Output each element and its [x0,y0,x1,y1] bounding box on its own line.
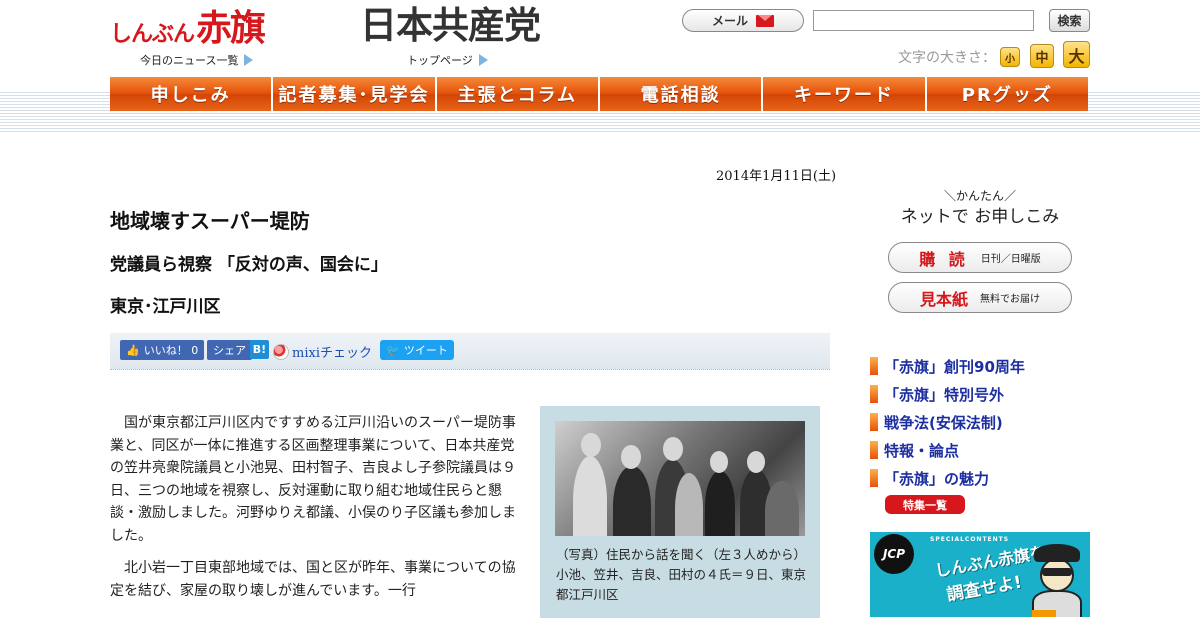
sidebar-item-appeal[interactable]: 「赤旗」の魅力 [870,464,1025,492]
facebook-like-button[interactable]: 👍 いいね！ 0 [120,340,205,360]
akahata-logo[interactable]: しんぶん 赤旗 [110,6,266,49]
special-contents-banner[interactable]: JCP SPECIALCONTENTS しんぶん赤旗を 調査せよ! [870,532,1090,617]
sidebar-item-label: 特報・論点 [884,441,960,460]
detective-illustration [1028,544,1086,617]
tweet-label: ツイート [403,344,448,357]
font-size-label: 文字の大きさ： [898,50,996,66]
article-location: 東京･江戸川区 [110,297,221,317]
photo-caption: （写真）住民から話を聞く（左３人めから）小池、笠井、吉良、田村の４氏＝９日、東京… [556,547,807,602]
orange-bar-icon [870,385,878,403]
article-headline: 地域壊すスーパー堤防 [110,209,310,233]
article-photo[interactable] [555,421,805,536]
top-page-link[interactable]: トップページ [407,52,488,68]
sidebar-item-war-law[interactable]: 戦争法(安保法制) [870,408,1025,436]
news-list-link[interactable]: 今日のニュース一覧 [140,52,254,68]
sidebar-item-90th-anniversary[interactable]: 「赤旗」創刊90周年 [870,352,1025,380]
sidebar-item-label: 「赤旗」の魅力 [884,469,990,488]
facebook-share-button[interactable]: シェア [207,340,252,360]
orange-bar-icon [870,469,878,487]
orange-bar-icon [870,413,878,431]
top-page-label: トップページ [407,54,473,67]
net-apply-heading: ＼かんたん／ ネットで お申しこみ [888,187,1072,227]
sidebar-item-label: 戦争法(安保法制) [884,413,1003,432]
nav-item-phone[interactable]: 電話相談 [599,77,764,111]
banner-special-label: SPECIALCONTENTS [930,536,1010,543]
mail-button[interactable]: メール [682,9,804,32]
arrow-right-icon [478,54,488,66]
main-nav: 申しこみ 記者募集･見学会 主張とコラム 電話相談 キーワード PRグッズ [110,77,1088,111]
article-paragraph: 北小岩一丁目東部地域では、国と区が昨年、事業についての協定を結び、家屋の取り壊し… [110,560,516,599]
hatena-bookmark-button[interactable]: B! [250,340,269,359]
article-subhead: 党議員ら視察 「反対の声、国会に」 [110,255,388,275]
search-button[interactable]: 検索 [1049,9,1090,32]
nav-item-recruit[interactable]: 記者募集･見学会 [273,77,437,111]
tweet-button[interactable]: 🐦 ツイート [380,340,454,360]
sample-sub-label: 無料でお届け [980,294,1040,305]
jcp-logo[interactable]: 日本共産党 [360,6,541,46]
subscribe-button[interactable]: 購 読 日刊／日曜版 [888,242,1072,273]
subscribe-sub-label: 日刊／日曜版 [980,254,1041,265]
mixi-check-button[interactable]: mixiチェック [273,342,372,361]
sample-paper-button[interactable]: 見本紙 無料でお届け [888,282,1072,313]
font-small-button[interactable]: 小 [1000,47,1020,67]
mixi-label: mixiチェック [292,346,372,361]
net-apply-label: ネットで お申しこみ [900,207,1060,227]
nav-item-opinion[interactable]: 主張とコラム [436,77,600,111]
sidebar-links: 「赤旗」創刊90周年 「赤旗」特別号外 戦争法(安保法制) 特報・論点 「赤旗」… [870,352,1025,492]
sidebar-item-special-extra[interactable]: 「赤旗」特別号外 [870,380,1025,408]
article-paragraph: 国が東京都江戸川区内ですすめる江戸川沿いのスーパー堤防事業と、同区が一体に推進す… [110,415,516,544]
font-medium-button[interactable]: 中 [1030,44,1054,68]
search-input[interactable] [813,10,1034,31]
mail-label: メール [711,14,748,28]
font-large-button[interactable]: 大 [1063,41,1090,68]
nav-item-keyword[interactable]: キーワード [763,77,927,111]
jcp-badge: JCP [874,534,914,574]
orange-bar-icon [870,441,878,459]
akahata-logo-big: 赤旗 [196,7,266,49]
arrow-right-icon [244,54,254,66]
photo-box: （写真）住民から話を聞く（左３人めから）小池、笠井、吉良、田村の４氏＝９日、東京… [540,406,820,618]
akahata-logo-small: しんぶん [110,22,195,47]
article-body: 国が東京都江戸川区内ですすめる江戸川沿いのスーパー堤防事業と、同区が一体に推進す… [110,412,528,612]
article-date: 2014年1月11日(土) [716,169,837,184]
subscribe-label: 購 読 [919,249,969,269]
thumbs-up-icon: 👍 [126,343,140,357]
envelope-icon [756,14,774,27]
news-list-label: 今日のニュース一覧 [140,54,239,67]
share-bar: 👍 いいね！ 0 シェア B! mixiチェック 🐦 ツイート [110,333,830,370]
like-label: いいね！ 0 [143,344,199,357]
mixi-icon [273,343,289,360]
nav-item-apply[interactable]: 申しこみ [110,77,274,111]
sidebar-item-label: 「赤旗」創刊90周年 [884,357,1025,376]
sample-label: 見本紙 [919,289,968,309]
sidebar-item-special-report[interactable]: 特報・論点 [870,436,1025,464]
nav-item-pr-goods[interactable]: PRグッズ [926,77,1088,111]
feature-list-button[interactable]: 特集一覧 [885,495,965,514]
twitter-bird-icon: 🐦 [386,343,400,357]
orange-bar-icon [870,357,878,375]
sidebar-item-label: 「赤旗」特別号外 [884,385,1005,404]
